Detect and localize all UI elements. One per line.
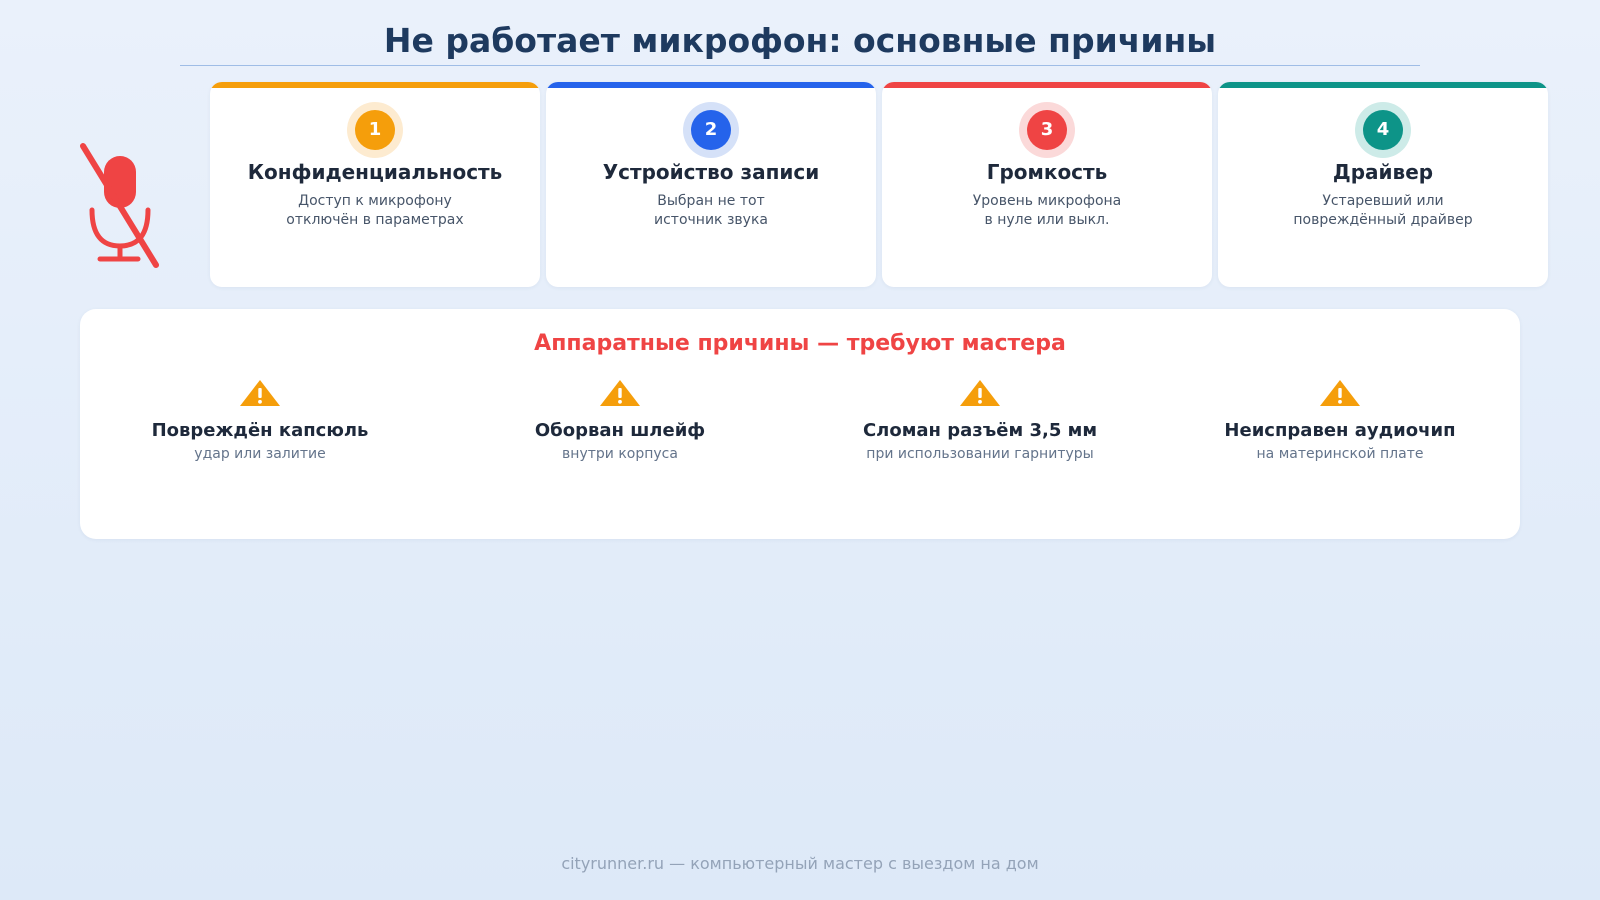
card-title: Устройство записи	[602, 160, 820, 184]
hardware-cause-subtitle: на материнской плате	[1256, 446, 1424, 462]
card-description: Уровень микрофона в нуле или выкл.	[882, 192, 1212, 230]
card-description-line: в нуле или выкл.	[984, 212, 1110, 228]
number-badge: 2	[683, 102, 739, 158]
title-divider	[180, 65, 1420, 66]
footer-credit: cityrunner.ru — компьютерный мастер с вы…	[561, 854, 1039, 873]
card-description-line: Уровень микрофона	[972, 193, 1122, 209]
hardware-cause-title: Повреждён капсюль	[151, 420, 369, 441]
number-badge: 1	[347, 102, 403, 158]
number-badge-label: 1	[355, 110, 395, 150]
hardware-cause-item: Повреждён капсюль удар или залитие	[80, 379, 440, 479]
card-description-line: Доступ к микрофону	[298, 193, 452, 209]
number-badge: 4	[1355, 102, 1411, 158]
number-badge: 3	[1019, 102, 1075, 158]
card-description-line: Устаревший или	[1322, 193, 1444, 209]
card-title: Драйвер	[1332, 160, 1434, 184]
page-title: Не работает микрофон: основные причины	[383, 21, 1217, 60]
cause-card-volume: 3 Громкость Уровень микрофона в нуле или…	[882, 82, 1212, 287]
card-accent-bar	[546, 82, 876, 88]
card-description: Устаревший или повреждённый драйвер	[1218, 192, 1548, 230]
card-accent-bar	[882, 82, 1212, 88]
card-description-line: источник звука	[654, 212, 768, 228]
hardware-cause-title: Неисправен аудиочип	[1224, 420, 1456, 441]
card-description-line: Выбран не тот	[657, 193, 765, 209]
hardware-cause-title: Оборван шлейф	[534, 420, 706, 441]
hardware-cause-item: Оборван шлейф внутри корпуса	[440, 379, 800, 479]
cause-card-driver: 4 Драйвер Устаревший или повреждённый др…	[1218, 82, 1548, 287]
card-accent-bar	[210, 82, 540, 88]
number-badge-label: 2	[691, 110, 731, 150]
hardware-cause-title: Сломан разъём 3,5 мм	[862, 420, 1098, 441]
card-description-line: повреждённый драйвер	[1293, 212, 1473, 228]
hardware-cause-item: Неисправен аудиочип на материнской плате	[1160, 379, 1520, 479]
card-title: Конфиденциальность	[247, 160, 503, 184]
hardware-causes-panel: Аппаратные причины — требуют мастера Пов…	[80, 309, 1520, 539]
card-accent-bar	[1218, 82, 1548, 88]
hardware-cause-subtitle: удар или залитие	[194, 446, 326, 462]
warning-triangle-icon	[600, 380, 640, 406]
microphone-muted-icon	[80, 143, 159, 268]
number-badge-label: 3	[1027, 110, 1067, 150]
card-description-line: отключён в параметрах	[286, 212, 464, 228]
cause-card-privacy: 1 Конфиденциальность Доступ к микрофону …	[210, 82, 540, 287]
warning-triangle-icon	[960, 380, 1000, 406]
number-badge-label: 4	[1363, 110, 1403, 150]
card-description: Выбран не тот источник звука	[546, 192, 876, 230]
card-description: Доступ к микрофону отключён в параметрах	[210, 192, 540, 230]
warning-triangle-icon	[1320, 380, 1360, 406]
cause-card-recording-device: 2 Устройство записи Выбран не тот источн…	[546, 82, 876, 287]
warning-triangle-icon	[240, 380, 280, 406]
hardware-section-title: Аппаратные причины — требуют мастера	[534, 331, 1066, 356]
hardware-cause-subtitle: внутри корпуса	[562, 446, 678, 462]
card-title: Громкость	[986, 160, 1108, 184]
hardware-cause-subtitle: при использовании гарнитуры	[866, 446, 1094, 462]
hardware-cause-item: Сломан разъём 3,5 мм при использовании г…	[800, 379, 1160, 479]
